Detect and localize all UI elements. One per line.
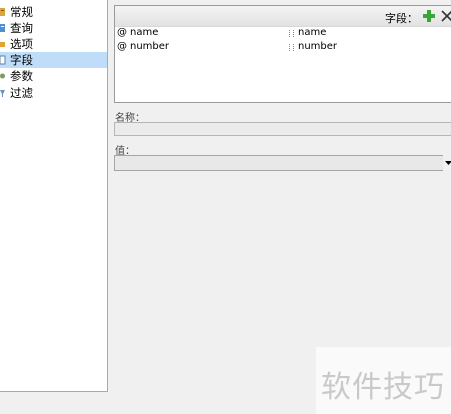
fields-header: 字段： — [115, 6, 451, 27]
fields-panel: 字段： @ name name @ number number — [114, 5, 451, 103]
watermark-text: 软件技巧 — [321, 370, 445, 405]
nav-item-label: 字段 — [10, 53, 33, 67]
at-icon: @ — [117, 27, 127, 38]
nav-item-options[interactable]: 选项 — [0, 36, 107, 52]
nav-item-query[interactable]: 查询 — [0, 20, 107, 36]
table-row[interactable]: @ name name — [115, 26, 451, 40]
options-icon — [0, 39, 7, 49]
chevron-down-icon — [445, 160, 451, 165]
column-divider — [289, 30, 294, 37]
params-icon — [0, 71, 7, 81]
nav-item-params[interactable]: 参数 — [0, 68, 107, 84]
add-field-button[interactable] — [422, 9, 436, 23]
field-alias: number — [298, 41, 338, 52]
nav-item-filter[interactable]: 过滤 — [0, 85, 107, 101]
fields-header-label: 字段： — [385, 12, 418, 25]
nav-item-label: 参数 — [10, 69, 33, 83]
table-row[interactable]: @ number number — [115, 40, 451, 54]
field-alias: name — [298, 27, 327, 38]
at-icon: @ — [117, 41, 127, 52]
value-select[interactable] — [114, 155, 451, 171]
nav-item-label: 常规 — [10, 5, 33, 19]
nav-item-label: 查询 — [10, 21, 33, 35]
watermark: 软件技巧 — [316, 347, 451, 414]
nav-item-label: 过滤 — [10, 86, 33, 100]
field-name: number — [130, 41, 170, 52]
filter-icon — [0, 88, 7, 98]
fields-icon — [0, 55, 7, 65]
field-name: name — [130, 27, 159, 38]
remove-field-button[interactable] — [440, 9, 451, 23]
general-icon — [0, 7, 7, 17]
value-dropdown-button[interactable] — [443, 155, 451, 171]
nav-item-general[interactable]: 常规 — [0, 4, 107, 20]
nav-item-label: 选项 — [10, 37, 33, 51]
plus-icon — [423, 10, 435, 22]
column-divider — [289, 44, 294, 51]
name-field[interactable] — [114, 122, 451, 136]
nav-item-fields[interactable]: 字段 — [0, 52, 107, 68]
nav-tree: 常规 查询 选项 字段 参数 过滤 — [0, 0, 108, 392]
close-icon — [441, 10, 451, 22]
query-icon — [0, 23, 7, 33]
